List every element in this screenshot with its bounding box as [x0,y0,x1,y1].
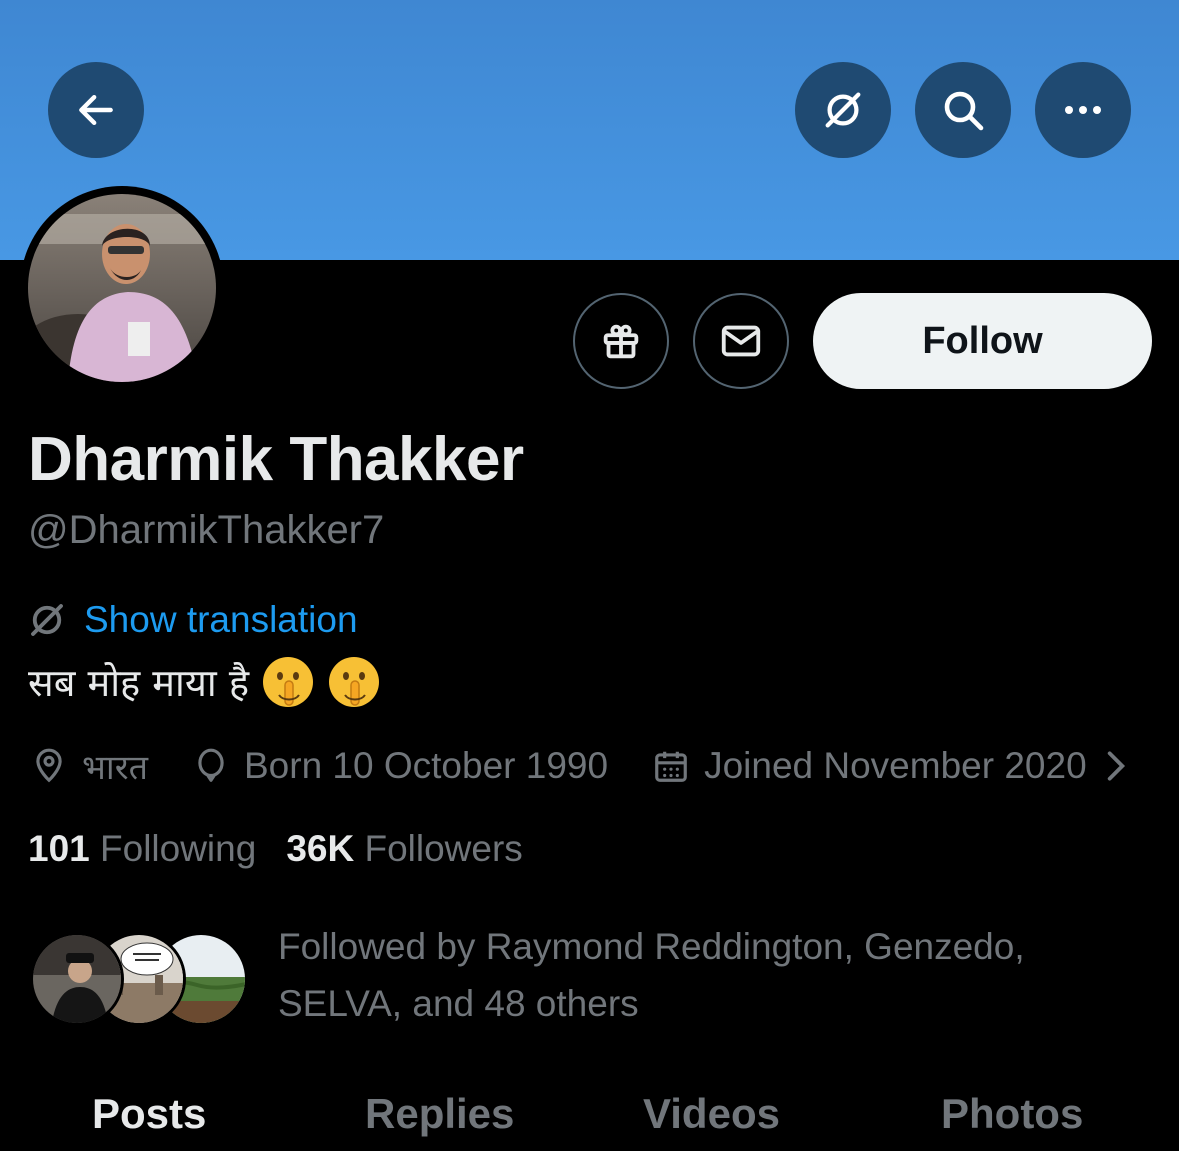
translate-icon [825,92,861,128]
arrow-left-icon [79,94,113,126]
mutual-avatar [30,932,124,1026]
shushing-face-emoji-icon [329,657,379,707]
user-handle: @DharmikThakker7 [28,508,385,552]
follow-button[interactable]: Follow [813,293,1152,389]
followed-by-text[interactable]: Followed by Raymond Reddington, Genzedo,… [278,918,1138,1032]
follow-stats: 101 Following 36K Followers [28,828,523,870]
birthday-item: Born 10 October 1990 [192,745,608,787]
followers-count: 36K [286,828,355,869]
display-name: Dharmik Thakker [28,425,524,494]
mutual-followers-avatars[interactable] [30,932,250,1026]
following-stat[interactable]: 101 Following [28,828,256,870]
bio-text: सब मोह माया है [28,661,249,705]
tab-videos[interactable]: Videos [643,1090,780,1138]
shushing-face-emoji-icon [263,657,313,707]
location-text: भारत [82,748,148,788]
gift-button[interactable] [573,293,669,389]
avatar-photo [28,194,216,382]
balloon-icon [198,748,224,782]
tab-photos[interactable]: Photos [941,1090,1083,1138]
search-icon [944,91,984,131]
birthday-text: Born 10 October 1990 [244,745,609,786]
translate-icon [31,604,63,636]
joined-item: Joined November 2020 [652,745,1087,787]
chevron-right-icon[interactable] [1101,747,1131,785]
followers-label: Followers [364,828,523,869]
following-label: Following [100,828,257,869]
show-translation-link[interactable]: Show translation [84,599,358,641]
profile-meta: भारत Born 10 October 1990 Joined Novembe… [30,742,1131,790]
search-button[interactable] [915,62,1011,158]
more-icon [1065,106,1101,114]
calendar-icon [655,751,687,782]
profile-bio: सब मोह माया है [28,655,381,709]
message-button[interactable] [693,293,789,389]
followers-stat[interactable]: 36K Followers [286,828,523,870]
more-button[interactable] [1035,62,1131,158]
back-button[interactable] [48,62,144,158]
gift-icon [603,324,639,359]
translation-row[interactable]: Show translation [26,598,358,642]
profile-avatar[interactable] [20,186,224,390]
mail-icon [721,325,761,357]
location-item: भारत [30,743,148,789]
joined-text: Joined November 2020 [704,745,1087,786]
translate-button[interactable] [795,62,891,158]
tab-posts[interactable]: Posts [92,1090,206,1138]
location-pin-icon [36,748,62,783]
tab-replies[interactable]: Replies [365,1090,514,1138]
profile-tabs: Posts Replies Videos Photos [0,1080,1179,1151]
following-count: 101 [28,828,90,869]
